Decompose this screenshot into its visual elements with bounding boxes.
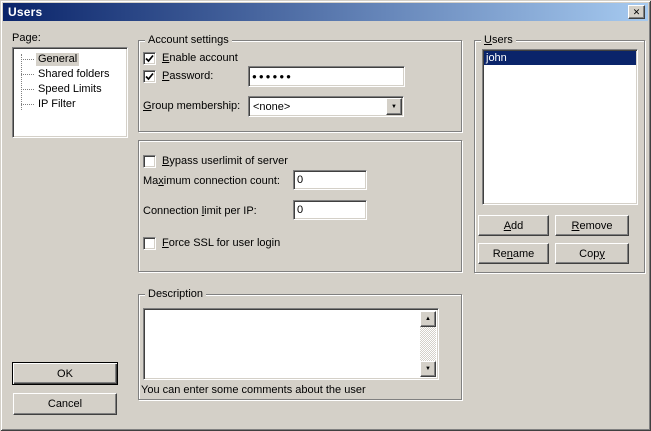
users-dialog: Users ✕ Page: General Shared folders Spe… bbox=[0, 0, 651, 431]
description-scrollbar[interactable]: ▲ ▼ bbox=[420, 311, 436, 377]
tree-connector bbox=[21, 104, 34, 105]
description-box: ▲ ▼ bbox=[143, 308, 439, 380]
chevron-down-icon: ▼ bbox=[391, 104, 397, 110]
force-ssl-row: Force SSL for user login bbox=[143, 237, 280, 250]
group-membership-label: Group membership: bbox=[143, 100, 240, 112]
bypass-userlimit-checkbox[interactable] bbox=[143, 155, 156, 168]
add-button[interactable]: Add bbox=[478, 215, 549, 236]
page-item-label: General bbox=[36, 53, 79, 66]
page-item-ip-filter[interactable]: IP Filter bbox=[13, 97, 127, 112]
check-icon bbox=[145, 54, 154, 63]
cancel-button[interactable]: Cancel bbox=[13, 393, 117, 415]
description-hint: You can enter some comments about the us… bbox=[141, 384, 366, 396]
password-checkbox[interactable] bbox=[143, 70, 156, 83]
tree-connector bbox=[21, 74, 34, 75]
bypass-userlimit-row: Bypass userlimit of server bbox=[143, 155, 288, 168]
page-item-label: Speed Limits bbox=[36, 83, 104, 96]
remove-button[interactable]: Remove bbox=[555, 215, 629, 236]
ok-button[interactable]: OK bbox=[12, 362, 118, 385]
description-title: Description bbox=[145, 288, 206, 301]
cancel-button-label: Cancel bbox=[48, 398, 82, 410]
user-item-label: john bbox=[486, 52, 507, 64]
dropdown-button[interactable]: ▼ bbox=[386, 98, 402, 115]
enable-account-row: Enable account bbox=[143, 52, 238, 65]
copy-button[interactable]: Copy bbox=[555, 243, 629, 264]
page-item-speed-limits[interactable]: Speed Limits bbox=[13, 82, 127, 97]
users-list: john bbox=[482, 49, 638, 205]
arrow-up-icon: ▲ bbox=[425, 316, 431, 322]
page-item-label: Shared folders bbox=[36, 68, 112, 81]
password-row: Password: bbox=[143, 70, 213, 83]
users-group-title: Users bbox=[481, 34, 516, 47]
page-tree: General Shared folders Speed Limits IP F… bbox=[12, 47, 128, 138]
window-title: Users bbox=[8, 5, 42, 19]
bypass-userlimit-label: Bypass userlimit of server bbox=[162, 155, 288, 167]
page-label: Page: bbox=[12, 32, 41, 44]
close-icon: ✕ bbox=[633, 8, 641, 17]
connection-limit-per-ip-input[interactable] bbox=[293, 200, 367, 220]
max-connection-count-label: Maximum connection count: bbox=[143, 175, 280, 187]
arrow-down-icon: ▼ bbox=[425, 366, 431, 372]
close-button[interactable]: ✕ bbox=[628, 5, 645, 19]
connection-limit-per-ip-label: Connection limit per IP: bbox=[143, 205, 257, 217]
group-membership-value: <none> bbox=[249, 101, 385, 113]
account-settings-title: Account settings bbox=[145, 34, 232, 47]
scroll-up-button[interactable]: ▲ bbox=[420, 311, 436, 327]
page-item-general[interactable]: General bbox=[13, 52, 127, 67]
password-label: Password: bbox=[162, 70, 213, 82]
description-textarea[interactable] bbox=[146, 311, 420, 377]
tree-connector bbox=[21, 89, 34, 90]
check-icon bbox=[145, 72, 154, 81]
enable-account-checkbox[interactable] bbox=[143, 52, 156, 65]
user-item-john[interactable]: john bbox=[484, 51, 636, 65]
page-item-shared-folders[interactable]: Shared folders bbox=[13, 67, 127, 82]
force-ssl-label: Force SSL for user login bbox=[162, 237, 280, 249]
rename-button[interactable]: Rename bbox=[478, 243, 549, 264]
ok-button-label: OK bbox=[57, 368, 73, 380]
password-input[interactable] bbox=[248, 66, 405, 87]
tree-connector bbox=[21, 59, 34, 60]
group-membership-select[interactable]: <none> ▼ bbox=[248, 96, 404, 117]
title-bar: Users bbox=[3, 3, 648, 21]
force-ssl-checkbox[interactable] bbox=[143, 237, 156, 250]
max-connection-count-input[interactable] bbox=[293, 170, 367, 190]
enable-account-label: Enable account bbox=[162, 52, 238, 64]
scroll-down-button[interactable]: ▼ bbox=[420, 361, 436, 377]
page-item-label: IP Filter bbox=[36, 98, 78, 111]
